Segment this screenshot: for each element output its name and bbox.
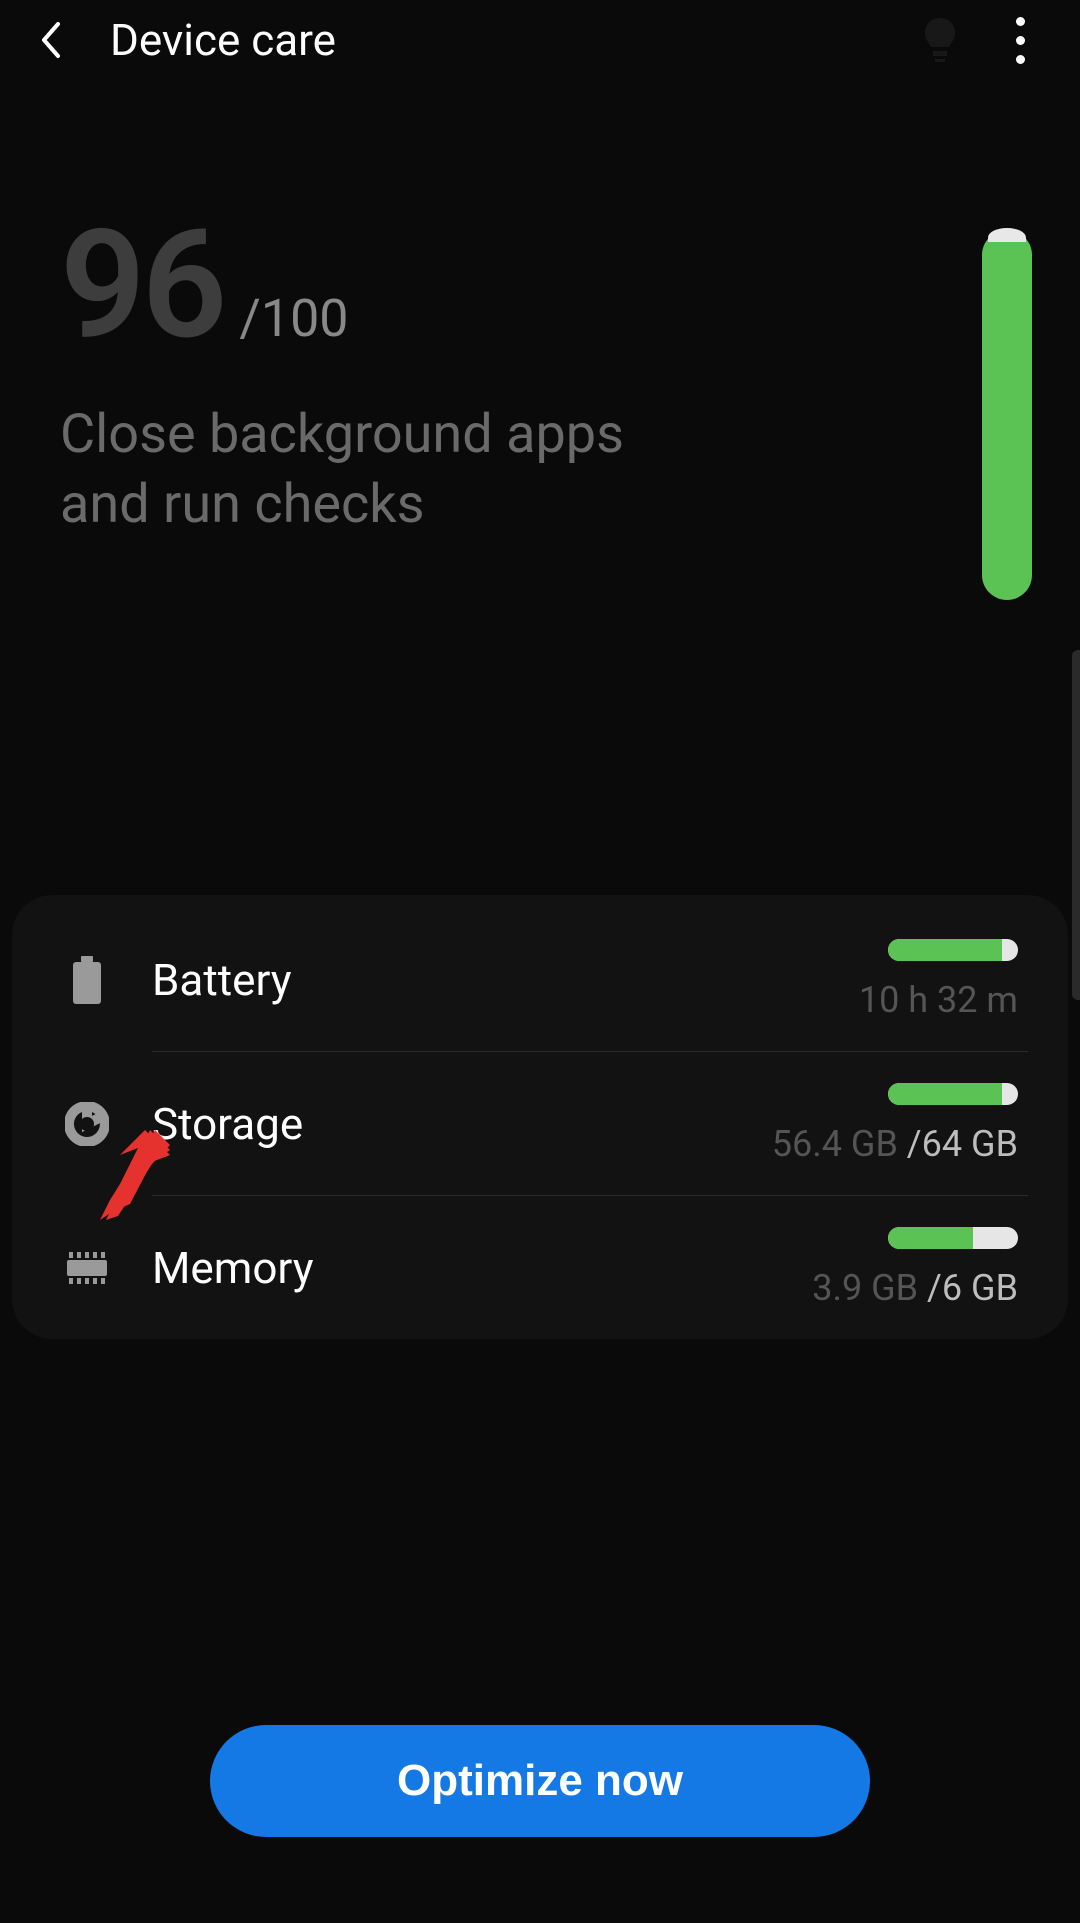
battery-label: Battery [152,954,859,1006]
optimize-button[interactable]: Optimize now [210,1725,870,1837]
battery-sub: 10 h 32 m [859,979,1018,1021]
chevron-left-icon [38,20,62,60]
memory-icon [62,1250,112,1286]
storage-right: 56.4 GB /64 GB [772,1083,1018,1165]
header: Device care [0,0,1080,80]
battery-right: 10 h 32 m [859,939,1018,1021]
storage-label: Storage [152,1098,772,1150]
dot-icon [1016,17,1025,26]
storage-icon [62,1102,112,1146]
score-value: 96 [60,210,223,360]
memory-label: Memory [152,1242,812,1294]
storage-bar [888,1083,1018,1105]
page-title: Device care [110,14,336,66]
memory-bar [888,1227,1018,1249]
dot-icon [1016,55,1025,64]
score-bar [982,230,1032,600]
score-max: /100 [239,288,348,349]
memory-bar-fill [888,1227,973,1249]
storage-sub: 56.4 GB /64 GB [772,1123,1018,1165]
back-button[interactable] [20,10,80,70]
battery-bar [888,939,1018,961]
tips-button[interactable] [910,10,970,70]
memory-row[interactable]: Memory 3.9 GB /6 GB [12,1195,1068,1339]
scrollbar[interactable] [1072,650,1080,1000]
battery-row[interactable]: Battery 10 h 32 m [12,907,1068,1051]
storage-row[interactable]: Storage 56.4 GB /64 GB [12,1051,1068,1195]
battery-icon [62,956,112,1004]
memory-right: 3.9 GB /6 GB [812,1227,1018,1309]
memory-sub: 3.9 GB /6 GB [812,1267,1018,1309]
dot-icon [1016,36,1025,45]
storage-bar-fill [888,1083,1002,1105]
metrics-panel: Battery 10 h 32 m Storage 56.4 GB /64 GB… [12,895,1068,1339]
battery-bar-fill [888,939,1002,961]
score-section: 96 /100 Close background apps and run ch… [0,80,1080,540]
more-options-button[interactable] [1000,10,1040,70]
lightbulb-icon [922,16,958,64]
score-message: Close background apps and run checks [60,400,700,540]
